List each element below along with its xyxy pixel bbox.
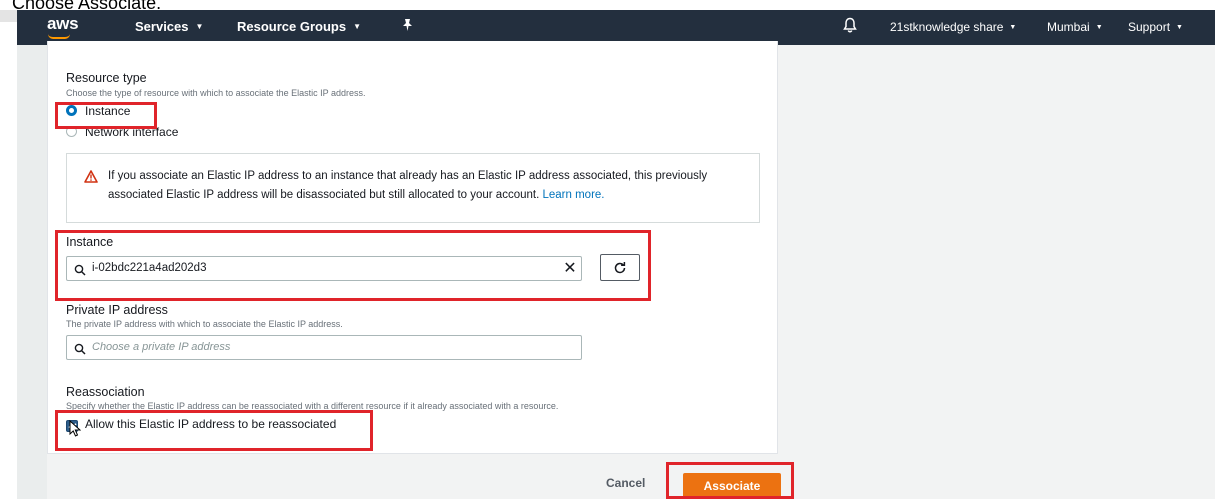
chevron-down-icon: ▼ [1176, 24, 1183, 31]
region-label: Mumbai [1047, 20, 1090, 34]
cancel-button[interactable]: Cancel [606, 476, 645, 490]
resource-type-description: Choose the type of resource with which t… [66, 88, 366, 98]
private-ip-placeholder: Choose a private IP address [92, 341, 231, 353]
resource-type-label: Resource type [66, 71, 147, 85]
left-gutter [17, 45, 47, 499]
chevron-down-icon: ▼ [353, 22, 362, 31]
highlight-reassociate-checkbox [55, 410, 373, 451]
account-menu[interactable]: 21stknowledge share ▼ [890, 20, 1016, 34]
alert-text: If you associate an Elastic IP address t… [108, 170, 708, 201]
highlight-instance-field [55, 230, 651, 301]
private-ip-label: Private IP address [66, 303, 168, 317]
learn-more-link[interactable]: Learn more. [542, 189, 604, 201]
aws-logo-smile [48, 34, 70, 39]
warning-icon [84, 170, 98, 188]
resource-groups-menu[interactable]: Resource Groups ▼ [237, 19, 361, 34]
highlight-associate-button [666, 462, 794, 499]
support-label: Support [1128, 20, 1171, 34]
bell-icon[interactable] [843, 17, 857, 38]
support-menu[interactable]: Support ▼ [1128, 20, 1183, 34]
overlay-artifact [0, 10, 17, 22]
services-menu[interactable]: Services ▼ [135, 19, 203, 34]
private-ip-input[interactable]: Choose a private IP address [66, 335, 582, 360]
alert-message: If you associate an Elastic IP address t… [108, 167, 748, 205]
screenshot-root: Choose Associate. aws Services ▼ Resource… [0, 0, 1215, 499]
chevron-down-icon: ▼ [1009, 24, 1017, 31]
chevron-down-icon: ▼ [195, 22, 204, 31]
warning-alert: If you associate an Elastic IP address t… [66, 153, 760, 223]
account-label: 21stknowledge share [890, 20, 1004, 34]
services-label: Services [135, 19, 189, 34]
resource-groups-label: Resource Groups [237, 19, 347, 34]
reassociation-label: Reassociation [66, 385, 145, 399]
private-ip-description: The private IP address with which to ass… [66, 319, 343, 329]
top-navbar: aws Services ▼ Resource Groups ▼ 21stknowl… [17, 10, 1215, 45]
chevron-down-icon: ▼ [1095, 24, 1103, 31]
region-menu[interactable]: Mumbai ▼ [1047, 20, 1103, 34]
aws-logo[interactable]: aws [47, 14, 79, 34]
search-icon [74, 342, 86, 360]
pin-icon[interactable] [401, 18, 414, 35]
highlight-instance-radio [55, 102, 157, 129]
